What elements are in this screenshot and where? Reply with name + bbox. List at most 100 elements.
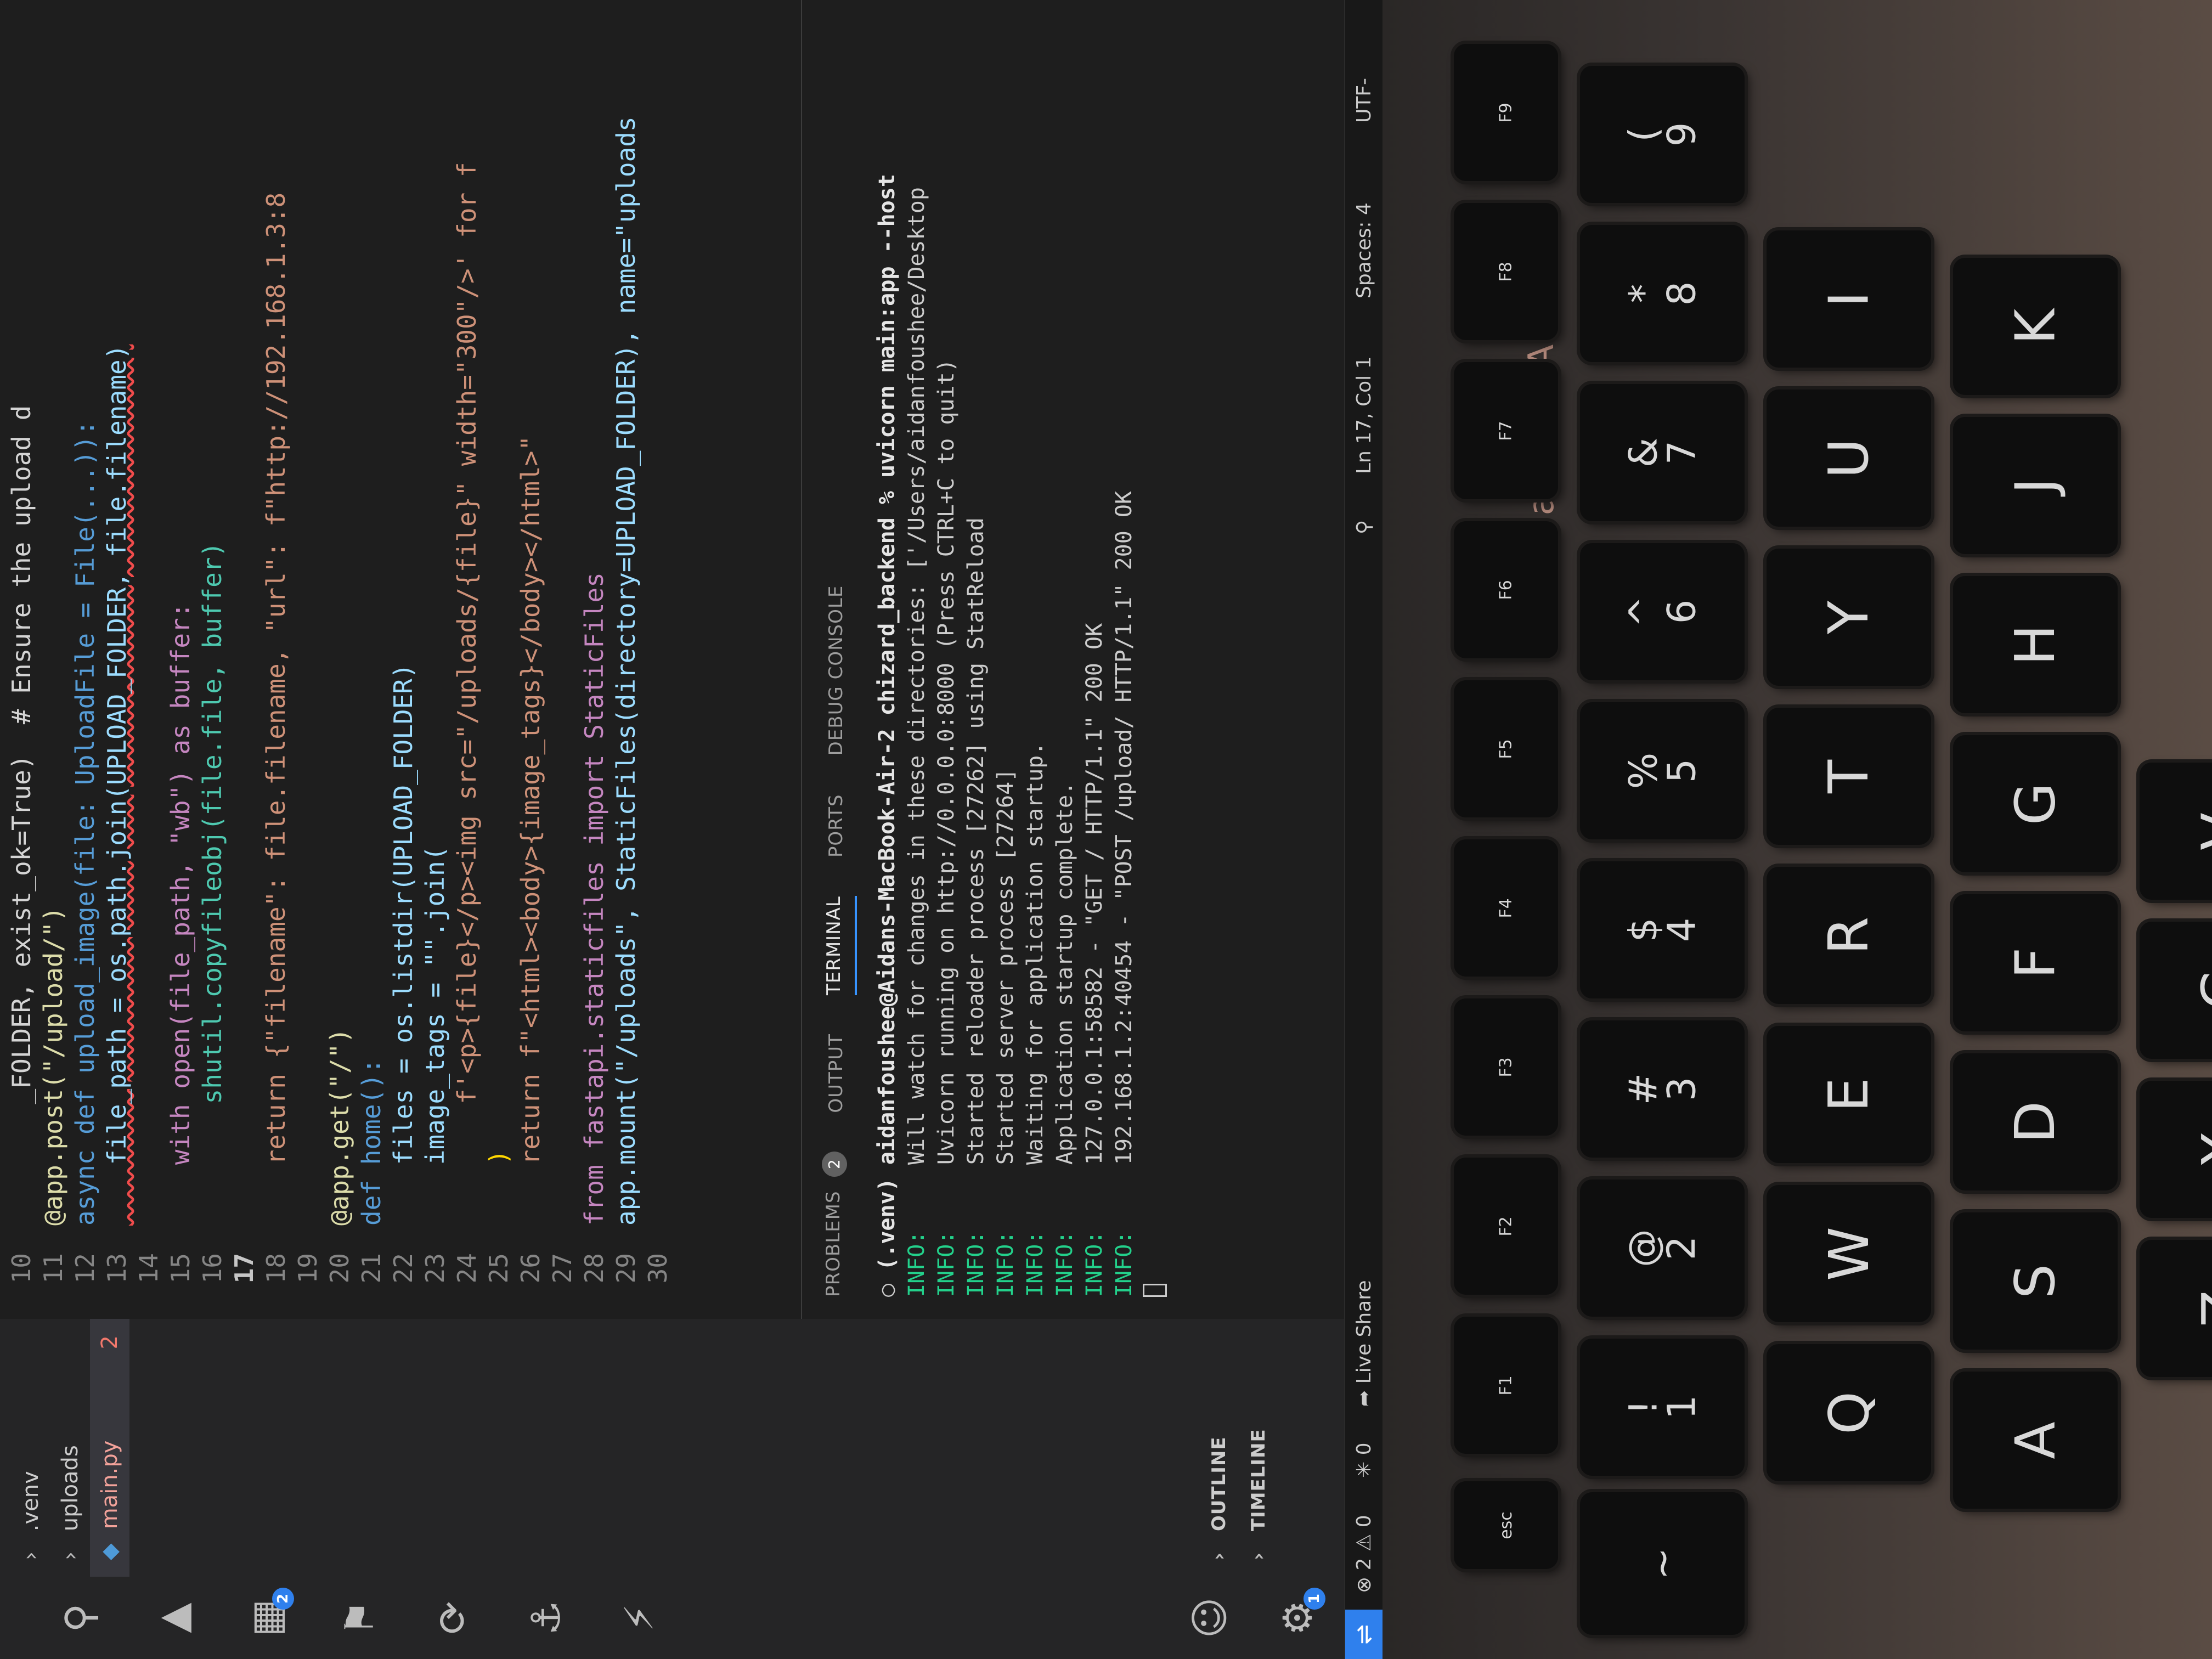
timeline-section[interactable]: › TIMELINE <box>1239 1319 1278 1577</box>
code-line: 10 _FOLDER, exist_ok=True) # Ensure the … <box>5 0 37 1319</box>
key-f4: F4 <box>1454 839 1558 977</box>
line-number: 10 <box>7 1253 36 1284</box>
code-line: 28 from fastapi.staticfiles import Static… <box>578 0 610 1319</box>
status-bar: ⇌ ⊗ 2 ⚠ 0 ✳ 0 ➦ Live Share ⚲ Ln 17, Col … <box>1344 0 1383 1659</box>
log-text: Started reloader process [27262] using S… <box>963 517 989 1165</box>
terminal-line: INFO: Uvicorn running on http://0.0.0.0:… <box>932 22 961 1297</box>
live-share-button[interactable]: ➦ Live Share <box>1345 1280 1383 1407</box>
key-q: Q <box>1767 1344 1931 1481</box>
folder-uploads[interactable]: › uploads <box>50 1319 90 1577</box>
line-number: 23 <box>420 1253 450 1284</box>
code-editor[interactable]: 10 _FOLDER, exist_ok=True) # Ensure the … <box>0 0 801 1319</box>
tab-terminal[interactable]: TERMINAL <box>823 896 857 996</box>
search-icon[interactable]: ⚲ <box>55 1593 104 1643</box>
key-h: H <box>1953 576 2118 713</box>
key-2: @ 2 <box>1580 1180 1745 1317</box>
key-3: # 3 <box>1580 1020 1745 1158</box>
account-icon[interactable]: ☺ <box>1185 1593 1234 1643</box>
tab-problems[interactable]: PROBLEMS 2 <box>822 1151 857 1297</box>
log-level: INFO: <box>963 1231 989 1297</box>
key-g: G <box>1953 735 2118 872</box>
line-number: 18 <box>261 1253 291 1284</box>
problems-status[interactable]: ⊗ 2 ⚠ 0 <box>1345 1515 1383 1593</box>
zoom-icon[interactable]: ⚲ <box>1345 520 1383 534</box>
key-s: S <box>1953 1212 2118 1350</box>
key-z: Z <box>2140 1240 2212 1377</box>
ports-status[interactable]: ✳ 0 <box>1345 1442 1383 1478</box>
key-f6: F6 <box>1454 521 1558 658</box>
key-f: F <box>1953 894 2118 1031</box>
log-level: INFO: <box>1111 1231 1137 1297</box>
terminal-line: INFO: 192.168.1.2:40454 - "POST /upload/… <box>1109 22 1139 1297</box>
log-level: INFO: <box>904 1231 929 1297</box>
tab-ports[interactable]: PORTS <box>825 794 857 857</box>
terminal-cursor-line <box>1139 22 1169 1297</box>
key-w: W <box>1767 1185 1931 1322</box>
remote-indicator-icon[interactable]: ⇌ <box>1345 1610 1383 1659</box>
broadcast-icon: ✳ <box>1353 1461 1375 1478</box>
laptop-screen: ⚲ ▲ ▦ 2 ⚑ ⟳ ⚓ ⚡ ☺ ⚙ 1 › .venv › uploads <box>0 0 1383 1659</box>
file-label: main.py <box>97 1440 122 1530</box>
line-code: with open(file_path, "wb") as buffer: <box>166 602 195 1226</box>
log-text: 192.168.1.2:40454 - "POST /upload/ HTTP/… <box>1111 490 1137 1165</box>
extensions-icon[interactable]: ▦ 2 <box>241 1588 294 1643</box>
chevron-right-icon: › <box>18 1551 43 1560</box>
key-4: $ 4 <box>1580 861 1745 998</box>
log-text: Uvicorn running on http://0.0.0.0:8000 (… <box>934 359 959 1165</box>
line-code: app.mount("/uploads", StaticFiles(direct… <box>611 116 641 1226</box>
key-k: K <box>1953 258 2118 395</box>
outline-section[interactable]: › OUTLINE <box>1199 1319 1239 1577</box>
code-line: 21 def home(): <box>356 0 387 1319</box>
warning-icon: ⚠ <box>1353 1533 1375 1552</box>
testing-icon[interactable]: ⚑ <box>335 1593 384 1643</box>
docker-icon[interactable]: ⚓ <box>521 1593 571 1643</box>
tab-label: PROBLEMS <box>822 1190 844 1297</box>
explorer-sidebar: › .venv › uploads ◆ main.py 2 › OUTLINE … <box>0 1318 1344 1577</box>
log-level: INFO: <box>993 1231 1018 1297</box>
terminal-output[interactable]: ○ (.venv) aidanfoushee@Aidans-MacBook-Ai… <box>857 0 1169 1319</box>
file-main-py[interactable]: ◆ main.py 2 <box>90 1319 129 1577</box>
log-text: Waiting for application startup. <box>1023 742 1048 1165</box>
error-count: 2 <box>1353 1558 1375 1571</box>
warning-count: 0 <box>1353 1515 1375 1528</box>
code-line: 27 <box>546 0 578 1319</box>
line-code: files = os.listdir(UPLOAD_FOLDER) <box>388 663 418 1226</box>
lightning-icon[interactable]: ⚡ <box>614 1593 664 1643</box>
key-f3: F3 <box>1454 998 1558 1136</box>
key-f8: F8 <box>1454 203 1558 340</box>
tab-output[interactable]: OUTPUT <box>825 1034 857 1113</box>
source-control-icon[interactable]: ⟳ <box>428 1593 477 1643</box>
cursor-position[interactable]: Ln 17, Col 1 <box>1345 356 1383 474</box>
code-line: 18 return {"filename": file.filename, "u… <box>260 0 292 1319</box>
line-number: 16 <box>198 1253 227 1284</box>
folder-venv[interactable]: › .venv <box>11 1319 50 1577</box>
code-line: 30 <box>642 0 674 1319</box>
encoding[interactable]: UTF- <box>1345 78 1383 123</box>
terminal-line: INFO: Application startup complete. <box>1050 22 1080 1297</box>
settings-gear-icon[interactable]: ⚙ 1 <box>1273 1588 1325 1643</box>
tab-debug-console[interactable]: DEBUG CONSOLE <box>825 585 857 756</box>
sidebar-panels: › OUTLINE › TIMELINE <box>1199 1319 1278 1577</box>
line-number: 17 <box>229 1253 259 1284</box>
code-line: 29 app.mount("/uploads", StaticFiles(dire… <box>610 0 642 1319</box>
debug-icon[interactable]: ▲ <box>148 1593 198 1643</box>
line-code: _FOLDER, exist_ok=True) # Ensure the upl… <box>7 405 36 1226</box>
terminal-cursor <box>1143 1284 1167 1297</box>
line-code: from fastapi.staticfiles import StaticFi… <box>579 572 609 1226</box>
line-number: 22 <box>388 1253 418 1284</box>
line-number: 19 <box>293 1253 323 1284</box>
code-line: 13 file_path = os.path.join(UPLOAD_FOLDE… <box>101 0 133 1319</box>
terminal-prompt: ○ (.venv) aidanfoushee@Aidans-MacBook-Ai… <box>872 22 902 1297</box>
line-number: 28 <box>579 1253 609 1284</box>
indentation[interactable]: Spaces: 4 <box>1345 202 1383 298</box>
chevron-right-icon: › <box>58 1551 83 1560</box>
line-code: f'<p>{file}</p><img src="/uploads/{file}… <box>452 162 482 1226</box>
code-line: 22 files = os.listdir(UPLOAD_FOLDER) <box>387 0 419 1319</box>
terminal-line: INFO: Will watch for changes in these di… <box>902 22 932 1297</box>
key-tilde: ~ <box>1580 1492 1745 1635</box>
line-number: 25 <box>484 1253 514 1284</box>
chevron-right-icon: › <box>1248 1551 1269 1560</box>
code-line: 12 async def upload_image(file: UploadFil… <box>69 0 101 1319</box>
code-line: 14 <box>133 0 165 1319</box>
key-e: E <box>1767 1026 1931 1163</box>
